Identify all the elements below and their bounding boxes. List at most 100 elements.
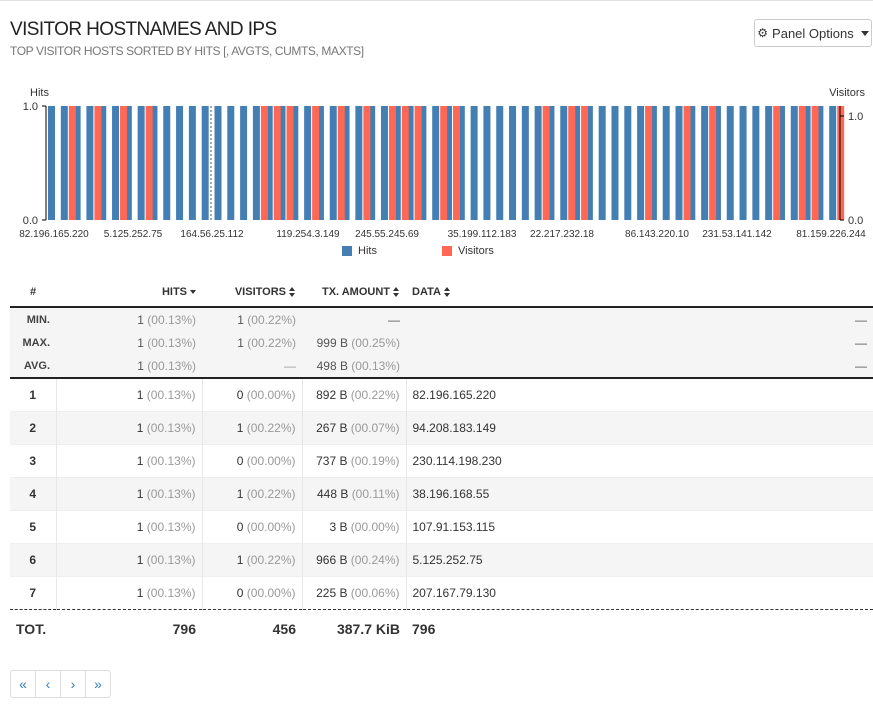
page-prev-button[interactable]: ‹ bbox=[35, 670, 61, 698]
row-tx-amount: 225 B (00.06%) bbox=[302, 576, 407, 610]
stat-hits-pct: (00.13%) bbox=[147, 358, 196, 373]
hits-bar bbox=[432, 106, 440, 220]
row-tx-value: 892 B bbox=[316, 388, 348, 402]
row-visitors: 0 (00.00%) bbox=[202, 576, 303, 610]
row-tx-pct: (00.19%) bbox=[350, 454, 400, 468]
visitors-bar bbox=[811, 106, 819, 220]
stat-label: AVG. bbox=[10, 354, 56, 379]
stat-tx: — bbox=[302, 307, 406, 331]
col-header-hits[interactable]: HITS bbox=[56, 278, 202, 308]
hits-bar bbox=[829, 106, 837, 220]
sort-icon bbox=[443, 287, 451, 298]
stats-row: AVG. 1 (00.13%) —498 B (00.13%) — bbox=[10, 354, 873, 379]
legend-swatch-visitors bbox=[442, 246, 452, 256]
row-data: 207.167.79.130 bbox=[406, 576, 873, 610]
y-tick-label-right: 0.0 bbox=[848, 215, 863, 227]
stat-hits-value: 1 bbox=[137, 335, 144, 350]
totals-row: TOT. 796 456 387.7 KiB 796 bbox=[10, 609, 873, 648]
hits-bar bbox=[380, 106, 388, 220]
row-visitors-pct: (00.22%) bbox=[246, 421, 296, 435]
panel-options-button[interactable]: ⚙ Panel Options bbox=[754, 19, 872, 47]
page-next-button[interactable]: › bbox=[60, 670, 86, 698]
table-row[interactable]: 71 (00.13%) 0 (00.00%) 225 B (00.06%) 207.1… bbox=[10, 576, 873, 610]
row-visitors-pct: (00.22%) bbox=[246, 553, 296, 567]
row-hits: 1 (00.13%) bbox=[56, 576, 203, 610]
panel-subtitle: TOP VISITOR HOSTS SORTED BY HITS [, AVGT… bbox=[10, 44, 364, 58]
x-tick-label: 35.199.112.183 bbox=[448, 229, 517, 240]
hits-bar bbox=[252, 106, 260, 220]
row-hits: 1 (00.13%) bbox=[56, 377, 203, 412]
hits-visitors-chart: Hits Visitors 1.0 0.0 1.0 0.0 82.196.165.220 5.… bbox=[19, 87, 866, 240]
row-num: 4 bbox=[10, 477, 57, 511]
row-tx-pct: (00.00%) bbox=[350, 520, 400, 534]
page-last-button[interactable]: » bbox=[85, 670, 111, 698]
row-tx-amount: 448 B (00.11%) bbox=[302, 477, 407, 511]
hits-bar bbox=[137, 106, 145, 220]
legend-item-hits[interactable]: Hits bbox=[342, 245, 377, 257]
x-tick-label: 245.55.245.69 bbox=[355, 229, 419, 240]
hits-bar bbox=[611, 106, 619, 220]
totals-visitors: 456 bbox=[202, 609, 302, 648]
row-tx-amount: 966 B (00.24%) bbox=[302, 543, 407, 577]
table-row[interactable]: 11 (00.13%) 0 (00.00%) 892 B (00.22%) 82.19… bbox=[10, 377, 873, 412]
stat-visitors: — bbox=[202, 354, 302, 379]
hits-bar bbox=[214, 106, 222, 220]
col-header-data[interactable]: DATA bbox=[406, 278, 873, 308]
stat-data: — bbox=[406, 331, 873, 354]
hits-bar bbox=[560, 106, 568, 220]
row-tx-pct: (00.11%) bbox=[351, 487, 400, 501]
stat-tx-pct: (00.13%) bbox=[351, 358, 400, 373]
stat-tx-pct: (00.25%) bbox=[351, 335, 400, 350]
stat-label: MIN. bbox=[10, 307, 56, 331]
row-visitors-pct: (00.00%) bbox=[246, 586, 296, 600]
visitors-bar bbox=[312, 106, 320, 220]
row-num: 5 bbox=[10, 510, 57, 544]
table-row[interactable]: 21 (00.13%) 1 (00.22%) 267 B (00.07%) 94.20… bbox=[10, 411, 873, 445]
visitors-bar bbox=[542, 106, 550, 220]
stat-hits-pct: (00.13%) bbox=[147, 335, 196, 350]
x-tick-label: 82.196.165.220 bbox=[19, 229, 89, 240]
table-row[interactable]: 31 (00.13%) 0 (00.00%) 737 B (00.19%) 230.1… bbox=[10, 444, 873, 478]
visitors-bar bbox=[388, 106, 396, 220]
visitors-bar bbox=[440, 106, 448, 220]
sort-icon bbox=[393, 287, 400, 298]
visitors-bar bbox=[581, 106, 589, 220]
panel-title: VISITOR HOSTNAMES AND IPS bbox=[10, 19, 277, 40]
row-tx-pct: (00.22%) bbox=[350, 388, 400, 402]
hits-bar bbox=[726, 106, 734, 220]
y-axis-label-left: Hits bbox=[30, 87, 49, 99]
hits-bar bbox=[765, 106, 773, 220]
col-header-visitors[interactable]: VISITORS bbox=[202, 278, 302, 308]
totals-data: 796 bbox=[406, 609, 873, 648]
stats-row: MAX. 1 (00.13%) 1 (00.22%) 999 B (00.25%) — bbox=[10, 331, 873, 354]
table-row[interactable]: 51 (00.13%) 0 (00.00%) 3 B (00.00%) 107.91.… bbox=[10, 510, 873, 544]
x-tick-label: 5.125.252.75 bbox=[104, 229, 163, 240]
y-axis-label-right: Visitors bbox=[829, 87, 865, 99]
stat-visitors-pct: (00.22%) bbox=[247, 312, 296, 327]
top-divider bbox=[0, 0, 873, 1]
row-tx-pct: (00.24%) bbox=[350, 553, 400, 567]
legend-label-hits: Hits bbox=[358, 245, 377, 257]
visitors-bar bbox=[414, 106, 422, 220]
hits-bar bbox=[739, 106, 747, 220]
row-data: 107.91.153.115 bbox=[406, 510, 873, 544]
hits-bar bbox=[521, 106, 529, 220]
legend-item-visitors[interactable]: Visitors bbox=[442, 245, 494, 257]
row-tx-value: 966 B bbox=[316, 553, 348, 567]
row-data: 94.208.183.149 bbox=[406, 411, 873, 445]
hits-bar bbox=[675, 106, 683, 220]
page-first-button[interactable]: « bbox=[10, 670, 36, 698]
row-data: 82.196.165.220 bbox=[406, 377, 873, 412]
visitors-bar bbox=[568, 106, 576, 220]
sort-icon bbox=[289, 287, 296, 298]
pagination: « ‹ › » bbox=[10, 670, 111, 698]
col-header-tx-label: TX. AMOUNT bbox=[321, 286, 390, 298]
row-hits-value: 1 bbox=[136, 454, 144, 468]
table-row[interactable]: 61 (00.13%) 1 (00.22%) 966 B (00.24%) 5.125… bbox=[10, 543, 873, 577]
col-header-tx-amount[interactable]: TX. AMOUNT bbox=[302, 278, 406, 308]
row-visitors-pct: (00.00%) bbox=[246, 388, 296, 402]
hits-bar bbox=[86, 106, 94, 220]
visitors-bar bbox=[145, 106, 153, 220]
table-row[interactable]: 41 (00.13%) 1 (00.22%) 448 B (00.11%) 38.19… bbox=[10, 477, 873, 511]
row-tx-value: 737 B bbox=[316, 454, 348, 468]
